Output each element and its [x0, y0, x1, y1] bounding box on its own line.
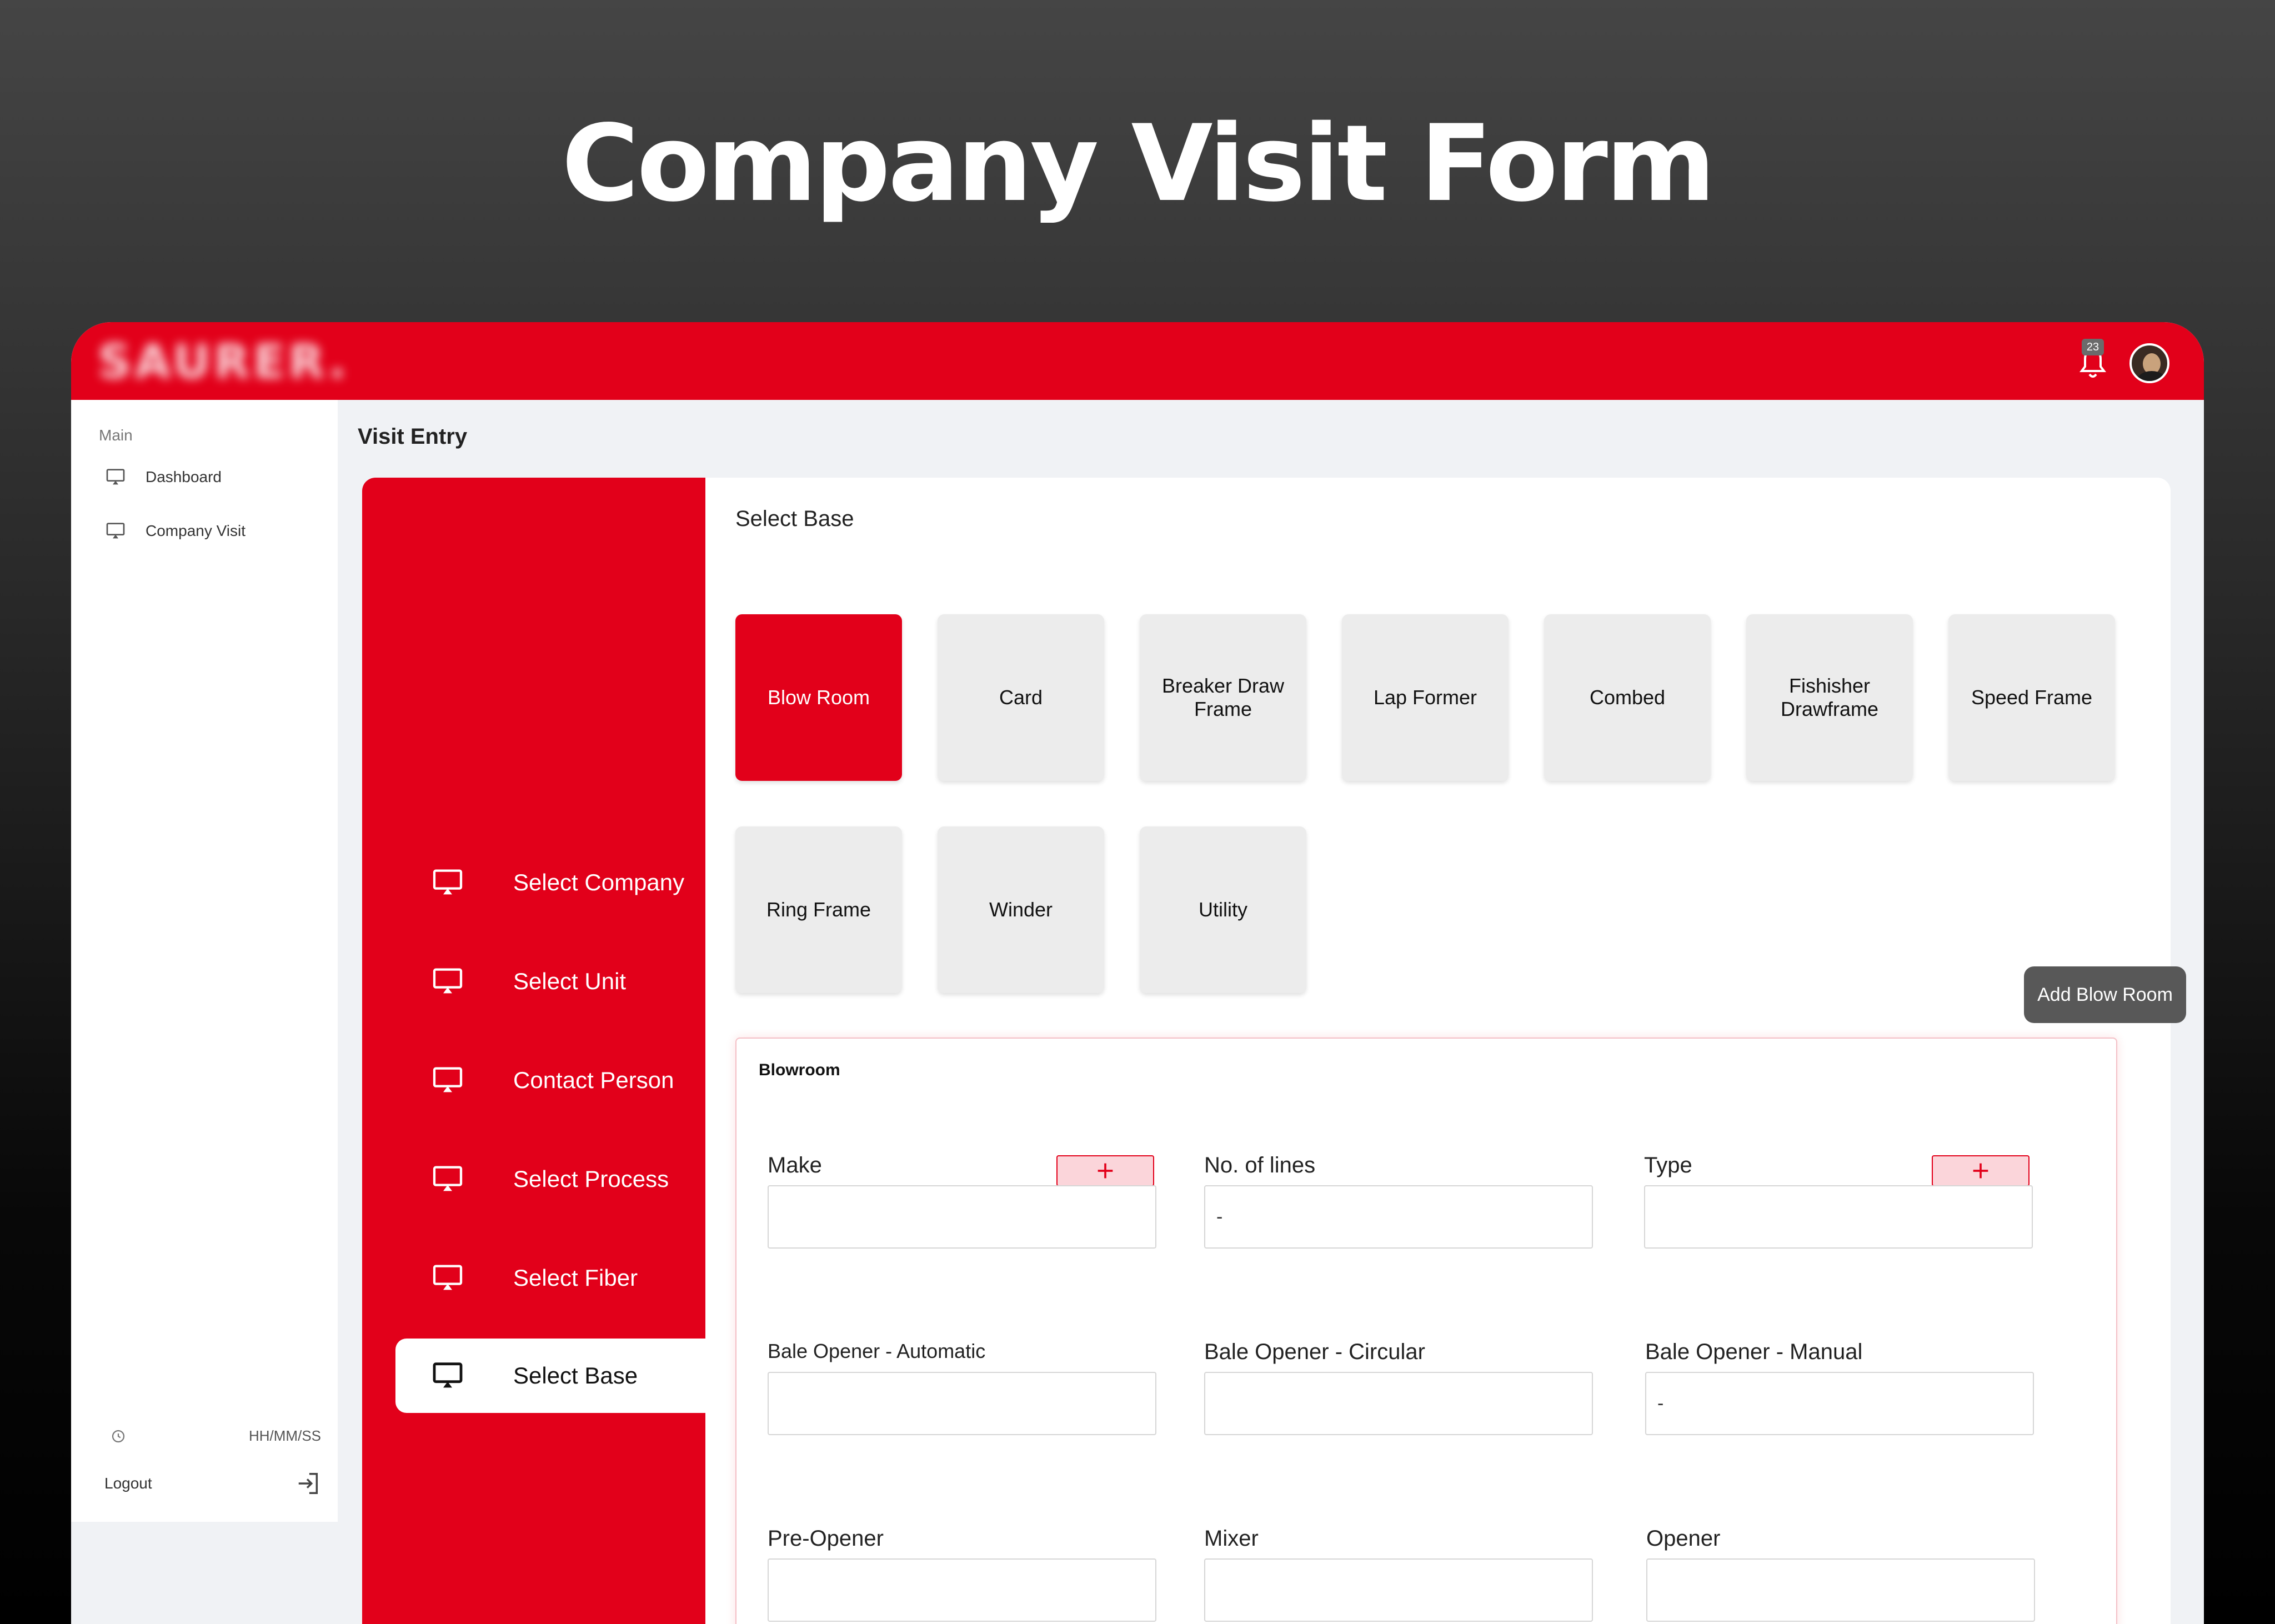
make-field[interactable]	[768, 1185, 1156, 1249]
tile-winder[interactable]: Winder	[938, 826, 1104, 993]
monitor-icon	[433, 1166, 463, 1191]
hero-title: Company Visit Form	[562, 102, 1716, 225]
tile-fishisher-drawframe[interactable]: Fishisher Drawframe	[1746, 614, 1913, 781]
sidebar-clock: HH/MM/SS	[110, 1427, 321, 1445]
main-panel: Select Base Blow Room Card Breaker Draw …	[705, 478, 2186, 1624]
monitor-icon	[106, 523, 125, 539]
tile-breaker-draw-frame[interactable]: Breaker Draw Frame	[1140, 614, 1306, 781]
mixer-field[interactable]	[1204, 1558, 1593, 1622]
blowroom-form: Blowroom Make No. of lines Type Bale Ope…	[735, 1037, 2117, 1624]
form-title: Blowroom	[759, 1061, 840, 1079]
page-title: Visit Entry	[358, 424, 468, 449]
plus-icon	[1973, 1163, 1988, 1179]
sidebar-item-dashboard[interactable]: Dashboard	[104, 460, 222, 494]
sidebar-section-label: Main	[99, 427, 133, 444]
bale-opener-circular-field[interactable]	[1204, 1372, 1593, 1435]
bale-opener-automatic-label: Bale Opener - Automatic	[768, 1340, 986, 1362]
monitor-icon	[433, 968, 463, 994]
lines-field[interactable]	[1204, 1185, 1593, 1249]
tile-ring-frame[interactable]: Ring Frame	[735, 826, 902, 993]
pre-opener-label: Pre-Opener	[768, 1526, 884, 1551]
tile-combed[interactable]: Combed	[1544, 614, 1711, 781]
step-label: Contact Person	[513, 1067, 674, 1093]
tile-card[interactable]: Card	[938, 614, 1104, 781]
step-select-base[interactable]: Select Base	[395, 1339, 705, 1413]
tile-blow-room[interactable]: Blow Room	[735, 614, 902, 781]
make-label: Make	[768, 1153, 822, 1177]
clock-icon	[112, 1430, 125, 1442]
bale-opener-manual-field[interactable]	[1645, 1372, 2034, 1435]
step-select-fiber[interactable]: Select Fiber	[395, 1241, 751, 1315]
logout-button[interactable]: Logout	[104, 1471, 321, 1496]
step-contact-person[interactable]: Contact Person	[395, 1043, 751, 1117]
sidebar: Main Dashboard Company Visit HH/MM/SS Lo…	[71, 400, 338, 1522]
step-select-unit[interactable]: Select Unit	[395, 944, 751, 1019]
add-blow-room-button[interactable]: Add Blow Room	[2024, 966, 2186, 1023]
opener-label: Opener	[1646, 1526, 1721, 1551]
pre-opener-field[interactable]	[768, 1558, 1156, 1622]
top-bar: SAURER. 23	[71, 322, 2204, 400]
opener-field[interactable]	[1646, 1558, 2035, 1622]
logout-icon	[298, 1473, 318, 1494]
step-label: Select Process	[513, 1166, 669, 1192]
brand-logo: SAURER.	[98, 334, 350, 389]
notification-badge: 23	[2082, 339, 2104, 355]
mixer-label: Mixer	[1204, 1526, 1259, 1551]
section-title: Select Base	[735, 507, 854, 531]
tile-utility[interactable]: Utility	[1140, 826, 1306, 993]
monitor-icon	[106, 469, 125, 485]
sidebar-item-company-visit[interactable]: Company Visit	[104, 514, 245, 548]
avatar[interactable]	[2129, 343, 2169, 383]
bale-opener-circular-label: Bale Opener - Circular	[1204, 1340, 1425, 1364]
lines-label: No. of lines	[1204, 1153, 1316, 1177]
monitor-icon	[433, 1362, 463, 1388]
bale-opener-manual-label: Bale Opener - Manual	[1645, 1340, 1863, 1364]
step-select-process[interactable]: Select Process	[395, 1142, 751, 1216]
tile-speed-frame[interactable]: Speed Frame	[1948, 614, 2115, 781]
add-make-button[interactable]	[1056, 1155, 1154, 1186]
app-window: SAURER. 23 Main Dashboard Company Visit	[71, 322, 2204, 1624]
add-type-button[interactable]	[1932, 1155, 2030, 1186]
plus-icon	[1098, 1163, 1113, 1179]
type-field[interactable]	[1644, 1185, 2033, 1249]
bale-opener-automatic-field[interactable]	[768, 1372, 1156, 1435]
monitor-icon	[433, 869, 463, 895]
clock-value: HH/MM/SS	[249, 1427, 321, 1444]
type-label: Type	[1644, 1153, 1692, 1177]
step-label: Select Base	[513, 1362, 638, 1389]
step-label: Select Company	[513, 869, 685, 895]
logout-label: Logout	[104, 1475, 152, 1492]
sidebar-item-label: Company Visit	[146, 522, 246, 539]
step-select-company[interactable]: Select Company	[395, 845, 751, 920]
tile-lap-former[interactable]: Lap Former	[1342, 614, 1509, 781]
monitor-icon	[433, 1067, 463, 1092]
step-label: Select Unit	[513, 968, 627, 994]
sidebar-item-label: Dashboard	[146, 468, 222, 485]
monitor-icon	[433, 1265, 463, 1290]
step-label: Select Fiber	[513, 1265, 638, 1291]
